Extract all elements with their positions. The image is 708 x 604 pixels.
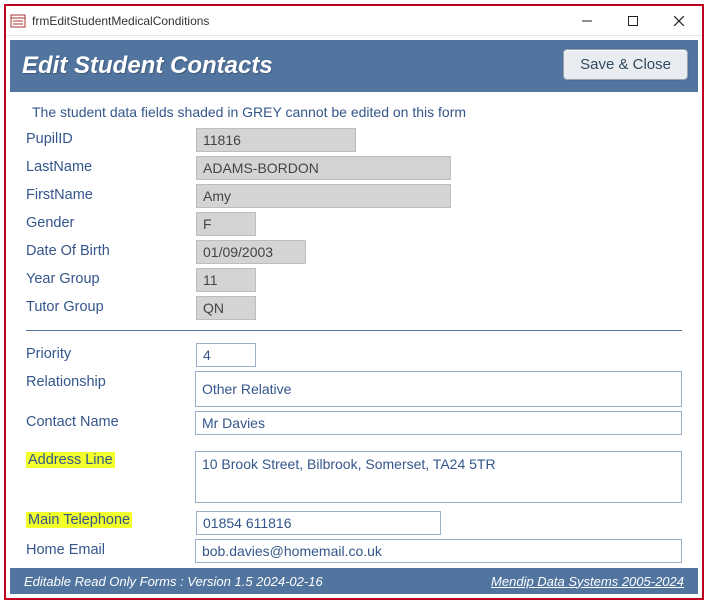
field-address-line[interactable] [195,451,682,503]
field-gender [196,212,256,236]
field-contact-name[interactable] [195,411,682,435]
field-first-name [196,184,451,208]
field-relationship[interactable] [195,371,682,407]
label-first-name: FirstName [26,184,196,203]
grey-fields-notice: The student data fields shaded in GREY c… [32,104,682,120]
field-last-name [196,156,451,180]
status-bar: Editable Read Only Forms : Version 1.5 2… [10,568,698,594]
maximize-button[interactable] [610,6,656,36]
app-window: frmEditStudentMedicalConditions Edit Stu… [4,4,704,600]
label-year-group: Year Group [26,268,196,287]
label-home-email: Home Email [26,539,195,558]
field-pupil-id [196,128,356,152]
status-version: Editable Read Only Forms : Version 1.5 2… [24,574,491,589]
field-home-email[interactable] [195,539,682,563]
label-main-telephone: Main Telephone [26,512,132,528]
close-button[interactable] [656,6,702,36]
label-dob: Date Of Birth [26,240,196,259]
label-priority: Priority [26,343,196,362]
form-icon [10,13,26,29]
label-contact-name: Contact Name [26,411,195,430]
field-priority[interactable] [196,343,256,367]
field-main-telephone[interactable] [196,511,441,535]
label-last-name: LastName [26,156,196,175]
form-title: Edit Student Contacts [22,52,273,80]
field-tutor-group [196,296,256,320]
form-body: The student data fields shaded in GREY c… [6,96,702,568]
save-close-button[interactable]: Save & Close [563,49,688,80]
label-address-line: Address Line [26,452,115,468]
label-relationship: Relationship [26,371,195,390]
form-header: Edit Student Contacts Save & Close [10,40,698,92]
status-vendor: Mendip Data Systems 2005-2024 [491,574,684,589]
titlebar: frmEditStudentMedicalConditions [6,6,702,36]
section-divider [26,330,682,331]
minimize-button[interactable] [564,6,610,36]
field-dob [196,240,306,264]
field-year-group [196,268,256,292]
label-pupil-id: PupilID [26,128,196,147]
label-tutor-group: Tutor Group [26,296,196,315]
label-gender: Gender [26,212,196,231]
window-title: frmEditStudentMedicalConditions [32,14,564,28]
